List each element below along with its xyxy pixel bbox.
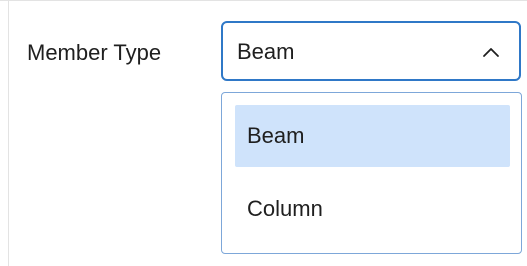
member-type-select[interactable]: Beam bbox=[221, 21, 521, 81]
option-beam[interactable]: Beam bbox=[235, 105, 510, 167]
top-divider bbox=[0, 0, 527, 1]
member-type-panel: Member Type Beam Beam Column bbox=[0, 0, 527, 266]
selected-member-type: Beam bbox=[237, 39, 295, 64]
member-type-dropdown-list: Beam Column bbox=[221, 92, 522, 254]
left-divider bbox=[8, 0, 9, 266]
option-column[interactable]: Column bbox=[235, 178, 510, 240]
chevron-up-icon[interactable] bbox=[481, 43, 501, 63]
member-type-label: Member Type bbox=[27, 40, 162, 65]
